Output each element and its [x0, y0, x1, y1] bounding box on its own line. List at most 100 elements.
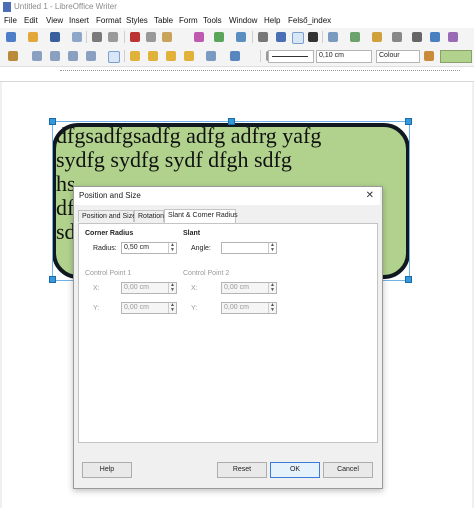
resize-handle-top[interactable] [228, 118, 235, 125]
tab-rotation[interactable]: Rotation [134, 210, 164, 222]
resize-handle-top-left[interactable] [49, 118, 56, 125]
resize-handle-bottom-left[interactable] [49, 276, 56, 283]
menu-view[interactable]: View [46, 16, 63, 25]
save-icon[interactable] [50, 32, 60, 42]
open-folder-icon[interactable] [28, 32, 38, 42]
reset-button[interactable]: Reset [217, 462, 267, 478]
export-pdf-icon[interactable] [72, 32, 82, 42]
spin-arrows-icon[interactable]: ▲ ▼ [168, 243, 176, 253]
tab-position-and-size[interactable]: Position and Size [78, 210, 136, 222]
ok-button[interactable]: OK [270, 462, 320, 478]
forward-one-icon[interactable] [148, 51, 158, 61]
wrap-off-icon[interactable] [32, 51, 42, 61]
cp1-y-spinbox[interactable]: 0,00 cm ▲ ▼ [121, 302, 177, 314]
cp2-x-label: X: [191, 285, 198, 292]
menu-bar: File Edit View Insert Format Styles Tabl… [0, 14, 474, 28]
area-style-value: Colour [379, 52, 400, 59]
resize-handle-bottom-right[interactable] [405, 276, 412, 283]
cp2-y-spinbox[interactable]: 0,00 cm ▲ ▼ [221, 302, 277, 314]
toolbar-separator [86, 31, 87, 43]
drawing-properties-toolbar: 0,10 cm Colour [0, 46, 474, 67]
menu-file[interactable]: File [4, 16, 17, 25]
auto-spellcheck-icon[interactable] [292, 32, 304, 44]
menu-felso-index[interactable]: Felső_index [288, 16, 331, 25]
menu-help[interactable]: Help [264, 16, 280, 25]
cp1-y-value: 0,00 cm [124, 304, 149, 311]
clone-formatting-icon[interactable] [194, 32, 204, 42]
redo-icon[interactable] [236, 32, 246, 42]
cp1-x-spinbox[interactable]: 0,00 cm ▲ ▼ [121, 282, 177, 294]
horizontal-ruler[interactable] [0, 67, 474, 82]
cp2-x-spinbox[interactable]: 0,00 cm ▲ ▼ [221, 282, 277, 294]
spelling-icon[interactable] [276, 32, 286, 42]
cut-icon[interactable] [130, 32, 140, 42]
menu-window[interactable]: Window [229, 16, 257, 25]
insert-hyperlink-icon[interactable] [430, 32, 440, 42]
menu-tools[interactable]: Tools [203, 16, 222, 25]
backward-one-icon[interactable] [166, 51, 176, 61]
select-objects-icon[interactable] [230, 51, 240, 61]
menu-format[interactable]: Format [96, 16, 121, 25]
menu-form[interactable]: Form [179, 16, 198, 25]
window-titlebar: Untitled 1 - LibreOffice Writer [0, 0, 474, 14]
copy-icon[interactable] [146, 32, 156, 42]
align-objects-icon[interactable] [206, 51, 216, 61]
cp1-x-label: X: [93, 285, 100, 292]
bring-to-front-icon[interactable] [130, 51, 140, 61]
optimal-wrap-icon[interactable] [68, 51, 78, 61]
area-style-select[interactable]: Colour [376, 50, 420, 63]
insert-table-icon[interactable] [328, 32, 338, 42]
help-button[interactable]: Help [82, 462, 132, 478]
dialog-title: Position and Size [79, 191, 141, 200]
print-icon[interactable] [92, 32, 102, 42]
line-style-select[interactable] [268, 50, 314, 63]
window-title: Untitled 1 - LibreOffice Writer [14, 2, 117, 11]
ruler-track [60, 70, 460, 78]
slant-corner-radius-panel: Corner Radius Radius: 0,50 cm ▲ ▼ Slant A… [78, 223, 378, 443]
close-icon[interactable]: ✕ [366, 190, 374, 201]
paste-icon[interactable] [162, 32, 172, 42]
toolbar-separator [322, 31, 323, 43]
insert-comment-icon[interactable] [448, 32, 458, 42]
tab-slant-corner-radius[interactable]: Slant & Corner Radius [164, 209, 238, 223]
page-wrap-icon[interactable] [50, 51, 60, 61]
send-to-back-icon[interactable] [184, 51, 194, 61]
writer-app-icon [3, 2, 11, 12]
menu-edit[interactable]: Edit [24, 16, 38, 25]
wrap-through-icon[interactable] [108, 51, 120, 63]
spin-arrows-icon[interactable]: ▲ ▼ [268, 243, 276, 253]
cancel-button[interactable]: Cancel [323, 462, 373, 478]
spin-arrows-icon[interactable]: ▲ ▼ [268, 303, 276, 313]
fill-bucket-icon[interactable] [424, 51, 434, 61]
radius-spinbox[interactable]: 0,50 cm ▲ ▼ [121, 242, 177, 254]
control-point-1-heading: Control Point 1 [85, 270, 132, 277]
spin-arrows-icon[interactable]: ▲ ▼ [168, 283, 176, 293]
cp2-y-value: 0,00 cm [224, 304, 249, 311]
spin-arrows-icon[interactable]: ▲ ▼ [268, 283, 276, 293]
menu-styles[interactable]: Styles [126, 16, 148, 25]
print-preview-icon[interactable] [108, 32, 118, 42]
undo-icon[interactable] [214, 32, 224, 42]
menu-insert[interactable]: Insert [69, 16, 89, 25]
shape-text-line: dfgsadfgsadfg adfg adfrg yafg [56, 124, 322, 148]
anchor-icon[interactable] [8, 51, 18, 61]
resize-handle-top-right[interactable] [405, 118, 412, 125]
spin-arrows-icon[interactable]: ▲ ▼ [168, 303, 176, 313]
insert-special-character-icon[interactable] [412, 32, 422, 42]
line-width-field[interactable]: 0,10 cm [316, 50, 372, 63]
angle-spinbox[interactable]: ▲ ▼ [221, 242, 277, 254]
insert-image-icon[interactable] [350, 32, 360, 42]
new-document-icon[interactable] [6, 32, 16, 42]
insert-chart-icon[interactable] [372, 32, 382, 42]
menu-table[interactable]: Table [154, 16, 173, 25]
dialog-titlebar: Position and Size ✕ [74, 187, 380, 205]
formatting-marks-icon[interactable] [308, 32, 318, 42]
find-replace-icon[interactable] [258, 32, 268, 42]
cp2-x-value: 0,00 cm [224, 284, 249, 291]
line-width-value: 0,10 cm [319, 52, 344, 59]
slant-heading: Slant [183, 230, 201, 237]
wrap-left-icon[interactable] [86, 51, 96, 61]
insert-text-box-icon[interactable] [392, 32, 402, 42]
position-and-size-dialog: Position and Size ✕ Position and Size Ro… [73, 186, 383, 489]
fill-colour-swatch[interactable] [440, 50, 472, 63]
